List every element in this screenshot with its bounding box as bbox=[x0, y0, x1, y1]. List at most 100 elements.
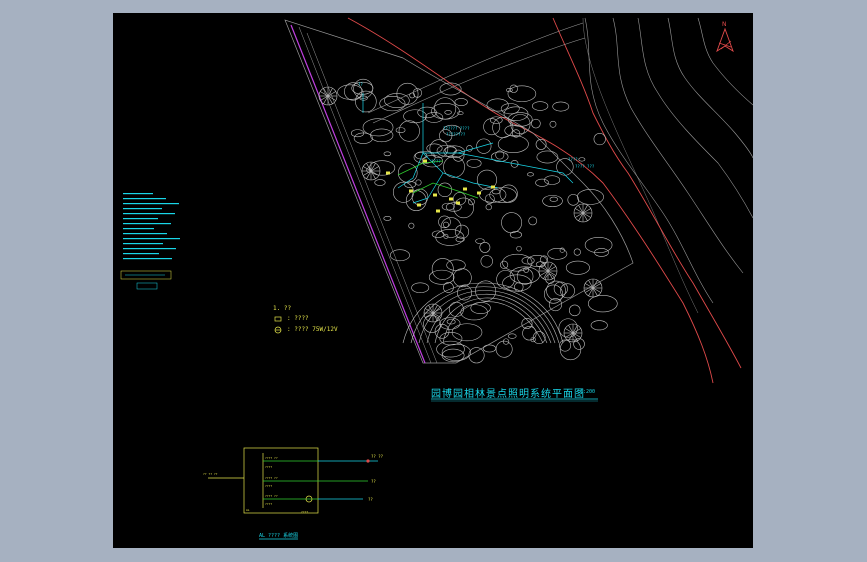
lamp-fixture bbox=[456, 201, 460, 205]
landscape-shape bbox=[480, 255, 493, 268]
note-line bbox=[123, 218, 158, 220]
circuit-label-3: ?? bbox=[368, 497, 373, 502]
lamp-fixtures bbox=[386, 159, 495, 213]
landscape-shape bbox=[446, 259, 466, 271]
landscape-shape bbox=[411, 282, 430, 294]
landscape-shape bbox=[559, 247, 565, 253]
landscape-shape bbox=[565, 260, 590, 275]
landscape-shape bbox=[509, 231, 522, 239]
tree-symbol bbox=[573, 203, 593, 223]
landscape-shape bbox=[451, 323, 483, 342]
note-line bbox=[123, 193, 153, 195]
landscape-shape bbox=[535, 178, 549, 187]
landscape-shape bbox=[415, 179, 422, 186]
landscape-shape bbox=[434, 97, 457, 120]
landscape-shape bbox=[486, 98, 509, 112]
system-diagram bbox=[208, 447, 378, 540]
site-boundary-red bbox=[347, 17, 742, 384]
tree-symbol bbox=[563, 323, 583, 343]
note-line bbox=[123, 238, 180, 240]
legend-row-1: : ???? bbox=[287, 315, 309, 322]
landscape-shape bbox=[397, 163, 418, 183]
landscape-shape bbox=[398, 120, 420, 142]
notes-diagram bbox=[120, 270, 172, 290]
landscape-shape bbox=[552, 101, 570, 112]
cad-model-space[interactable]: ?????? ???? ???????? ???? ???? ???? ??? … bbox=[113, 13, 753, 548]
terrain-contours bbox=[582, 17, 753, 314]
note-line bbox=[123, 248, 176, 250]
landscape-shape bbox=[454, 224, 470, 239]
landscape-shape bbox=[527, 254, 548, 267]
svg-text:???? ??: ???? ?? bbox=[265, 476, 278, 480]
landscape-shape bbox=[510, 114, 531, 135]
landscape-shape bbox=[482, 344, 497, 353]
plan-annotations: ?????? ???? ???????? ???? ???? ???? ??? … bbox=[358, 82, 595, 169]
landscape-shape bbox=[568, 304, 581, 317]
lamp-fixture bbox=[423, 159, 427, 163]
landscape-shape bbox=[408, 222, 415, 229]
landscape-shape bbox=[424, 112, 444, 123]
note-line bbox=[123, 208, 162, 210]
svg-text:?? ?? ??: ?? ?? ?? bbox=[203, 472, 218, 476]
lamp-fixture bbox=[386, 171, 390, 175]
landscape-shape bbox=[337, 84, 364, 100]
svg-text:????: ???? bbox=[568, 157, 578, 162]
north-arrow-icon: N bbox=[716, 21, 734, 53]
lamp-fixture bbox=[491, 185, 495, 189]
lamp-fixture bbox=[417, 203, 421, 207]
note-line bbox=[123, 203, 179, 205]
landscape-shape bbox=[439, 331, 463, 346]
landscape-shape bbox=[428, 269, 455, 285]
note-line bbox=[123, 213, 175, 215]
landscape-shape bbox=[531, 118, 541, 129]
svg-text:??: ?? bbox=[358, 82, 363, 87]
note-line bbox=[123, 243, 163, 245]
landscape-shape bbox=[483, 118, 501, 136]
landscape-shape bbox=[395, 127, 406, 134]
landscape-features bbox=[318, 78, 618, 364]
landscape-shape bbox=[500, 103, 520, 115]
svg-text:????: ???? bbox=[265, 465, 272, 469]
svg-text:????????: ???????? bbox=[446, 132, 466, 137]
legend-symbols bbox=[274, 316, 282, 334]
svg-text:?????? ????: ?????? ???? bbox=[443, 126, 470, 131]
landscape-shape bbox=[491, 189, 501, 195]
landscape-shape bbox=[545, 274, 555, 284]
tree-symbol bbox=[423, 303, 443, 323]
landscape-shape bbox=[573, 248, 581, 256]
tree-symbol bbox=[538, 261, 558, 281]
landscape-shape bbox=[507, 333, 517, 339]
landscape-shape bbox=[558, 318, 578, 338]
landscape-shape bbox=[383, 216, 392, 221]
svg-text:????: ???? bbox=[265, 502, 272, 506]
drawing-svg: ?????? ???? ???????? ???? ???? ???? ??? … bbox=[120, 17, 753, 540]
landscape-shape bbox=[547, 248, 568, 260]
landscape-shape bbox=[576, 189, 604, 205]
landscape-shape bbox=[501, 212, 523, 234]
landscape-shape bbox=[476, 138, 492, 154]
landscape-shape bbox=[379, 96, 406, 112]
landscape-shape bbox=[516, 245, 522, 252]
note-line bbox=[123, 233, 167, 235]
landscape-shape bbox=[500, 260, 509, 269]
landscape-shape bbox=[431, 230, 445, 238]
landscape-shape bbox=[436, 144, 457, 157]
drawing-title: 园博园相林景点照明系统平面图 bbox=[431, 389, 585, 400]
landscape-shape bbox=[455, 236, 465, 243]
landscape-shape bbox=[536, 150, 559, 164]
circuit-label-1: ?? ?? bbox=[371, 454, 384, 459]
landscape-shape bbox=[426, 143, 443, 153]
notes-block bbox=[123, 193, 180, 260]
lamp-fixture bbox=[477, 191, 481, 195]
note-line bbox=[123, 228, 154, 230]
landscape-shape bbox=[593, 132, 606, 146]
lamp-fixture bbox=[409, 189, 413, 193]
note-line bbox=[123, 258, 172, 260]
distribution-box-icon bbox=[243, 447, 319, 514]
note-line bbox=[123, 198, 166, 200]
landscape-shape bbox=[578, 157, 586, 162]
landscape-shape bbox=[492, 117, 514, 139]
landscape-shape bbox=[549, 120, 557, 128]
landscape-shape bbox=[434, 324, 450, 339]
tree-symbol bbox=[361, 161, 381, 181]
